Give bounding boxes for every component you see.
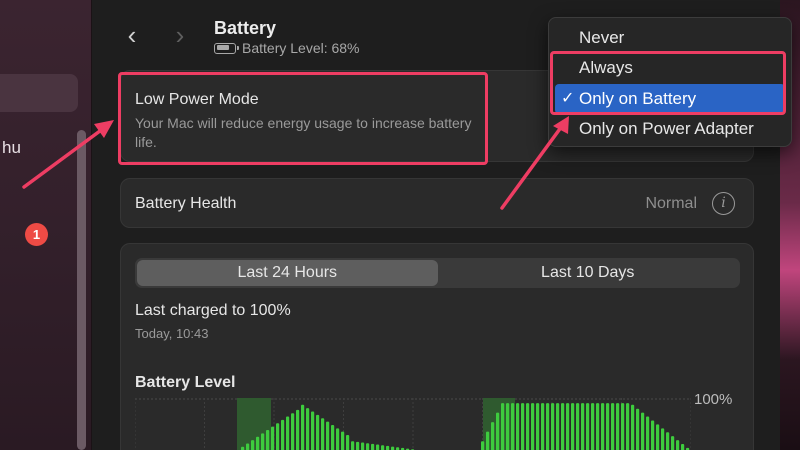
annotation-arrow (22, 126, 106, 189)
annotation-arrows (22, 116, 569, 210)
arrow-head-icon (553, 116, 569, 134)
annotation-arrow (500, 124, 564, 210)
